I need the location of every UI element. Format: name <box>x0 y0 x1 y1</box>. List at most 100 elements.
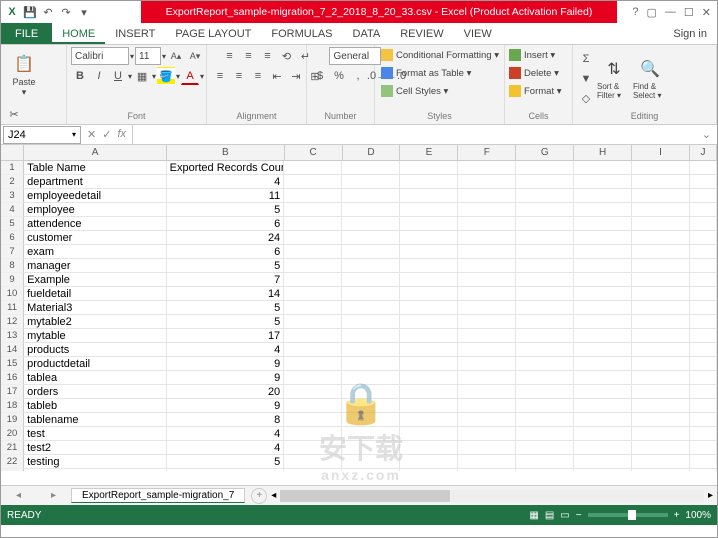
format-cells-button[interactable]: Format ▾ <box>509 83 562 99</box>
cell[interactable] <box>458 329 516 343</box>
cell[interactable]: tableb <box>24 399 167 413</box>
cell[interactable] <box>690 469 717 471</box>
cell[interactable] <box>400 329 458 343</box>
row-header[interactable]: 7 <box>1 245 24 259</box>
tab-page-layout[interactable]: PAGE LAYOUT <box>165 23 261 44</box>
cell[interactable] <box>516 329 574 343</box>
cell[interactable] <box>342 343 400 357</box>
row-header[interactable]: 20 <box>1 427 24 441</box>
cell[interactable] <box>516 175 574 189</box>
undo-icon[interactable]: ↶ <box>41 5 55 19</box>
table-row[interactable]: 20test4 <box>1 427 717 441</box>
cell[interactable] <box>574 469 632 471</box>
col-header-d[interactable]: D <box>343 145 401 160</box>
cell[interactable] <box>458 413 516 427</box>
cell[interactable] <box>167 469 285 471</box>
cell[interactable] <box>342 161 400 175</box>
cell[interactable] <box>342 385 400 399</box>
cell[interactable]: manager <box>24 259 167 273</box>
col-header-g[interactable]: G <box>516 145 574 160</box>
indent-left-icon[interactable]: ⇤ <box>268 67 286 85</box>
cell[interactable]: fueldetail <box>24 287 167 301</box>
cell[interactable]: productdetail <box>24 357 167 371</box>
cell[interactable] <box>632 441 690 455</box>
align-left-icon[interactable]: ≡ <box>211 67 229 85</box>
cell[interactable] <box>516 455 574 469</box>
cell[interactable] <box>516 203 574 217</box>
col-header-i[interactable]: I <box>632 145 690 160</box>
row-header[interactable]: 21 <box>1 441 24 455</box>
cell[interactable] <box>342 203 400 217</box>
table-row[interactable]: 12mytable25 <box>1 315 717 329</box>
cell[interactable] <box>400 287 458 301</box>
cell[interactable] <box>690 245 717 259</box>
bold-button[interactable]: B <box>71 67 89 85</box>
save-icon[interactable]: 💾 <box>23 5 37 19</box>
cell[interactable] <box>342 301 400 315</box>
table-row[interactable]: 8manager5 <box>1 259 717 273</box>
name-box[interactable]: J24▾ <box>3 126 81 144</box>
cell[interactable]: 11 <box>167 189 285 203</box>
cell[interactable] <box>574 189 632 203</box>
cell[interactable] <box>690 217 717 231</box>
tab-data[interactable]: DATA <box>343 23 391 44</box>
cell[interactable] <box>632 455 690 469</box>
cell[interactable] <box>400 259 458 273</box>
cell[interactable] <box>400 245 458 259</box>
cell[interactable] <box>574 385 632 399</box>
table-row[interactable]: 3employeedetail11 <box>1 189 717 203</box>
cell[interactable] <box>690 441 717 455</box>
table-row[interactable]: 23 <box>1 469 717 471</box>
cell[interactable] <box>400 343 458 357</box>
cell[interactable] <box>400 217 458 231</box>
cell[interactable] <box>458 245 516 259</box>
cell[interactable] <box>632 357 690 371</box>
cell[interactable] <box>342 315 400 329</box>
cell[interactable]: Example <box>24 273 167 287</box>
cell[interactable] <box>690 371 717 385</box>
cell[interactable] <box>574 175 632 189</box>
conditional-formatting-button[interactable]: Conditional Formatting ▾ <box>381 47 499 63</box>
cell[interactable] <box>632 245 690 259</box>
table-row[interactable]: 14products4 <box>1 343 717 357</box>
cell[interactable] <box>574 343 632 357</box>
view-page-layout-icon[interactable]: ▤ <box>545 510 554 521</box>
cell[interactable] <box>574 357 632 371</box>
view-normal-icon[interactable]: ▦ <box>529 510 538 521</box>
table-row[interactable]: 15productdetail9 <box>1 357 717 371</box>
cell[interactable] <box>284 189 342 203</box>
cell[interactable] <box>632 161 690 175</box>
clear-icon[interactable]: ◇ <box>577 90 595 108</box>
expand-formula-bar-icon[interactable]: ⌄ <box>696 128 717 141</box>
col-header-h[interactable]: H <box>574 145 632 160</box>
font-color-icon[interactable]: A <box>181 67 199 85</box>
cell[interactable]: mytable2 <box>24 315 167 329</box>
col-header-c[interactable]: C <box>285 145 343 160</box>
find-select-button[interactable]: 🔍Find & Select ▾ <box>633 51 667 107</box>
table-row[interactable]: 22testing5 <box>1 455 717 469</box>
table-row[interactable]: 21test24 <box>1 441 717 455</box>
cell[interactable]: customer <box>24 231 167 245</box>
fill-icon[interactable]: ▼ <box>577 70 595 88</box>
table-row[interactable]: 6customer24 <box>1 231 717 245</box>
cell[interactable] <box>458 175 516 189</box>
cell[interactable] <box>516 301 574 315</box>
align-bottom-icon[interactable]: ≡ <box>259 47 277 65</box>
cell[interactable] <box>284 175 342 189</box>
cell[interactable] <box>690 301 717 315</box>
cell[interactable] <box>690 175 717 189</box>
table-row[interactable]: 19tablename8 <box>1 413 717 427</box>
cell[interactable]: employeedetail <box>24 189 167 203</box>
cell[interactable] <box>284 231 342 245</box>
cell[interactable] <box>632 413 690 427</box>
row-header[interactable]: 18 <box>1 399 24 413</box>
align-middle-icon[interactable]: ≡ <box>240 47 258 65</box>
minimize-icon[interactable]: — <box>665 6 676 18</box>
cancel-formula-icon[interactable]: ✕ <box>87 128 96 141</box>
cell[interactable] <box>632 273 690 287</box>
cell[interactable] <box>516 217 574 231</box>
row-header[interactable]: 12 <box>1 315 24 329</box>
horizontal-scrollbar[interactable]: ◂ ▸ <box>267 490 717 502</box>
cell[interactable] <box>342 371 400 385</box>
cell[interactable] <box>458 399 516 413</box>
